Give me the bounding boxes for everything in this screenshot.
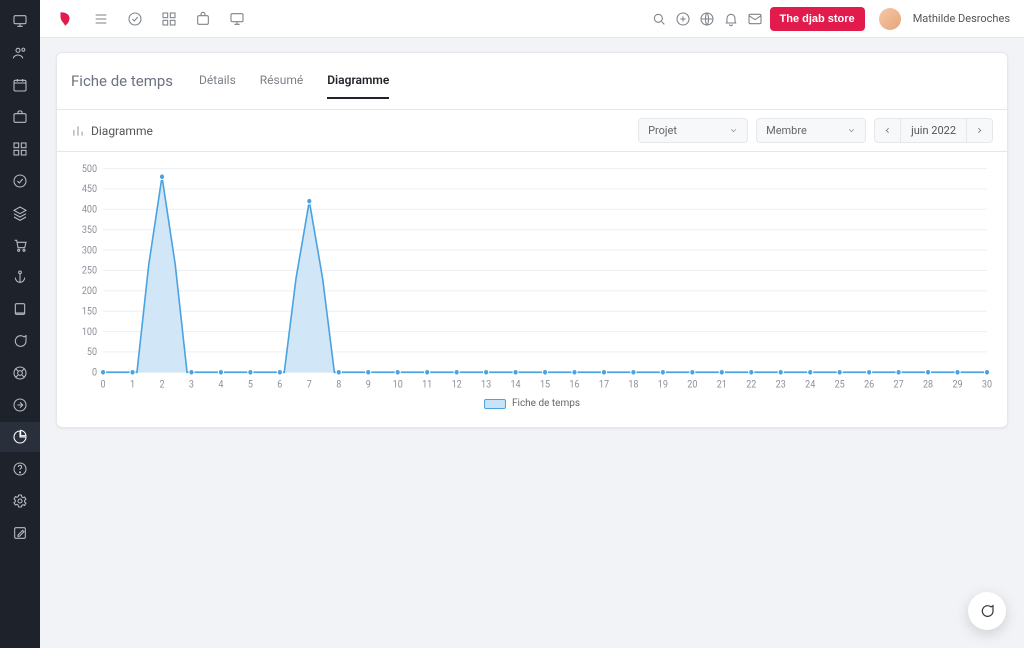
svg-text:23: 23 <box>776 379 786 390</box>
nav-edit-icon[interactable] <box>0 518 40 548</box>
svg-text:20: 20 <box>687 379 697 390</box>
svg-text:100: 100 <box>82 326 97 337</box>
svg-text:30: 30 <box>982 379 992 390</box>
task-check-icon[interactable] <box>126 10 144 28</box>
svg-text:150: 150 <box>82 306 97 317</box>
svg-text:19: 19 <box>658 379 668 390</box>
nav-settings-icon[interactable] <box>0 486 40 516</box>
period-next[interactable] <box>967 121 992 140</box>
svg-text:0: 0 <box>92 367 97 378</box>
svg-text:24: 24 <box>805 379 816 390</box>
timesheet-panel: Fiche de temps Détails Résumé Diagramme … <box>56 52 1008 428</box>
nav-calendar-icon[interactable] <box>0 70 40 100</box>
svg-text:9: 9 <box>366 379 371 390</box>
period-picker: juin 2022 <box>874 118 993 143</box>
svg-text:12: 12 <box>452 379 462 390</box>
mail-icon[interactable] <box>746 10 764 28</box>
page-title: Fiche de temps <box>71 72 173 90</box>
svg-text:14: 14 <box>511 379 522 390</box>
grid-icon[interactable] <box>160 10 178 28</box>
svg-text:7: 7 <box>307 379 312 390</box>
bag-icon[interactable] <box>194 10 212 28</box>
period-label[interactable]: juin 2022 <box>900 119 967 142</box>
svg-text:8: 8 <box>336 379 341 390</box>
display-icon[interactable] <box>228 10 246 28</box>
chat-fab[interactable] <box>968 592 1006 630</box>
svg-text:50: 50 <box>87 347 97 358</box>
bar-chart-icon <box>71 124 85 138</box>
avatar[interactable] <box>879 8 901 30</box>
side-nav <box>0 0 40 648</box>
nav-monitor-icon[interactable] <box>0 6 40 36</box>
svg-text:300: 300 <box>82 245 97 256</box>
tabs: Détails Résumé Diagramme <box>199 63 389 99</box>
svg-text:4: 4 <box>218 379 224 390</box>
svg-text:200: 200 <box>82 286 97 297</box>
chart-legend: Fiche de temps <box>71 398 993 409</box>
svg-text:1: 1 <box>130 379 135 390</box>
bell-icon[interactable] <box>722 10 740 28</box>
period-prev[interactable] <box>875 121 900 140</box>
svg-text:6: 6 <box>277 379 282 390</box>
tab-details[interactable]: Détails <box>199 63 236 99</box>
svg-text:13: 13 <box>481 379 491 390</box>
svg-text:450: 450 <box>82 184 97 195</box>
svg-text:27: 27 <box>894 379 904 390</box>
menu-icon[interactable] <box>92 10 110 28</box>
user-name: Mathilde Desroches <box>913 12 1010 25</box>
topbar: The djab store Mathilde Desroches <box>40 0 1024 38</box>
svg-text:15: 15 <box>540 379 550 390</box>
svg-text:500: 500 <box>82 164 97 175</box>
svg-text:350: 350 <box>82 225 97 236</box>
svg-text:10: 10 <box>393 379 403 390</box>
svg-text:28: 28 <box>923 379 933 390</box>
nav-support-icon[interactable] <box>0 358 40 388</box>
svg-text:17: 17 <box>599 379 609 390</box>
project-dropdown[interactable]: Projet <box>638 118 748 143</box>
store-button[interactable]: The djab store <box>770 7 865 31</box>
svg-text:400: 400 <box>82 204 97 215</box>
svg-text:0: 0 <box>101 379 106 390</box>
svg-text:250: 250 <box>82 265 97 276</box>
svg-text:2: 2 <box>159 379 164 390</box>
nav-reports-icon[interactable] <box>0 422 40 452</box>
nav-layers-icon[interactable] <box>0 198 40 228</box>
nav-anchor-icon[interactable] <box>0 262 40 292</box>
nav-check-icon[interactable] <box>0 166 40 196</box>
member-dropdown-label: Membre <box>766 124 807 137</box>
svg-text:26: 26 <box>864 379 874 390</box>
section-title: Diagramme <box>71 124 153 138</box>
svg-text:29: 29 <box>952 379 962 390</box>
svg-text:16: 16 <box>569 379 579 390</box>
nav-cart-icon[interactable] <box>0 230 40 260</box>
search-icon[interactable] <box>650 10 668 28</box>
project-dropdown-label: Projet <box>648 124 677 137</box>
caret-down-icon <box>729 126 738 135</box>
svg-text:25: 25 <box>835 379 845 390</box>
svg-text:22: 22 <box>746 379 756 390</box>
nav-users-icon[interactable] <box>0 38 40 68</box>
nav-book-icon[interactable] <box>0 294 40 324</box>
nav-apps-icon[interactable] <box>0 134 40 164</box>
svg-text:11: 11 <box>422 379 432 390</box>
caret-down-icon <box>847 126 856 135</box>
globe-icon[interactable] <box>698 10 716 28</box>
svg-text:3: 3 <box>189 379 194 390</box>
svg-text:21: 21 <box>717 379 727 390</box>
member-dropdown[interactable]: Membre <box>756 118 866 143</box>
nav-briefcase-icon[interactable] <box>0 102 40 132</box>
section-label: Diagramme <box>91 124 153 138</box>
legend-label: Fiche de temps <box>512 398 580 409</box>
svg-text:18: 18 <box>628 379 638 390</box>
add-icon[interactable] <box>674 10 692 28</box>
nav-export-icon[interactable] <box>0 390 40 420</box>
nav-help-icon[interactable] <box>0 454 40 484</box>
tab-resume[interactable]: Résumé <box>260 63 303 99</box>
legend-swatch <box>484 399 506 409</box>
svg-text:5: 5 <box>248 379 253 390</box>
timesheet-chart: 0501001502002503003504004505000123456789… <box>71 162 993 392</box>
nav-comment-icon[interactable] <box>0 326 40 356</box>
logo-pick-icon[interactable] <box>54 8 76 30</box>
tab-diagram[interactable]: Diagramme <box>327 63 389 99</box>
